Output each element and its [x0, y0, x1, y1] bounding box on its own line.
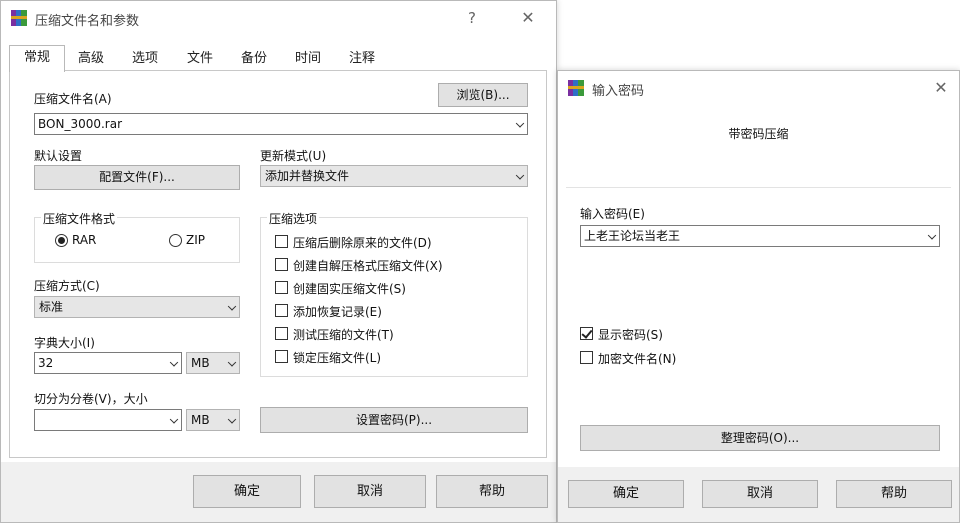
default-settings-label: 默认设置: [34, 149, 83, 163]
dict-label: 字典大小(I): [34, 336, 95, 350]
winrar-books-icon: [568, 80, 584, 96]
method-select[interactable]: 标准: [34, 296, 240, 318]
help-button[interactable]: 帮助: [436, 475, 548, 508]
dict-size-combo[interactable]: 32: [34, 352, 182, 374]
general-tab-panel: 压缩文件名(A) 浏览(B)... BON_3000.rar 默认设置 配置文件…: [9, 70, 547, 458]
tab-strip: 常规 高级 选项 文件 备份 时间 注释: [9, 45, 549, 72]
update-mode-select[interactable]: 添加并替换文件: [260, 165, 528, 187]
main-title: 压缩文件名和参数: [35, 14, 140, 29]
update-mode-value: 添加并替换文件: [265, 169, 350, 183]
opt-sfx-checkbox[interactable]: [275, 258, 288, 271]
organize-passwords-button[interactable]: 整理密码(O)...: [580, 425, 940, 451]
dict-unit-value: MB: [191, 356, 210, 370]
opt-test-label[interactable]: 测试压缩的文件(T): [293, 326, 394, 343]
split-unit-value: MB: [191, 413, 210, 427]
chevron-down-icon[interactable]: [515, 171, 525, 180]
pwd-separator: [566, 187, 951, 188]
chevron-down-icon[interactable]: [169, 415, 179, 424]
tab-options[interactable]: 选项: [117, 47, 173, 71]
dict-unit-select[interactable]: MB: [186, 352, 240, 374]
profiles-button[interactable]: 配置文件(F)...: [34, 165, 240, 190]
archive-name-combo[interactable]: BON_3000.rar: [34, 113, 528, 135]
tab-time[interactable]: 时间: [281, 47, 335, 71]
radio-zip[interactable]: [169, 234, 182, 247]
pwd-help-button[interactable]: 帮助: [836, 480, 952, 508]
pwd-heading: 带密码压缩: [728, 127, 789, 141]
archive-format-title: 压缩文件格式: [41, 210, 118, 227]
opt-recovery-label[interactable]: 添加恢复记录(E): [293, 303, 382, 320]
tab-advanced[interactable]: 高级: [65, 47, 117, 71]
opt-lock-checkbox[interactable]: [275, 350, 288, 363]
set-password-button[interactable]: 设置密码(P)...: [260, 407, 528, 433]
close-icon[interactable]: ✕: [517, 7, 539, 29]
show-password-checkbox[interactable]: [580, 327, 593, 340]
chevron-down-icon[interactable]: [515, 119, 525, 128]
enter-password-label: 输入密码(E): [580, 207, 645, 221]
show-password-label[interactable]: 显示密码(S): [598, 326, 663, 343]
ok-button[interactable]: 确定: [193, 475, 301, 508]
tab-comment[interactable]: 注释: [335, 47, 389, 71]
update-mode-label: 更新模式(U): [260, 149, 327, 163]
opt-lock-label[interactable]: 锁定压缩文件(L): [293, 349, 381, 366]
help-question-icon[interactable]: ?: [461, 7, 483, 29]
opt-recovery-checkbox[interactable]: [275, 304, 288, 317]
opt-test-checkbox[interactable]: [275, 327, 288, 340]
radio-rar-label[interactable]: RAR: [72, 233, 96, 247]
password-combo[interactable]: 上老王论坛当老王: [580, 225, 940, 247]
pwd-footer: 确定 取消 帮助: [558, 467, 959, 522]
archive-params-dialog: 压缩文件名和参数 ? ✕ 常规 高级 选项 文件 备份 时间 注释 压缩文件名(…: [0, 0, 557, 523]
close-icon[interactable]: ✕: [930, 77, 952, 99]
pwd-ok-button[interactable]: 确定: [568, 480, 684, 508]
enter-password-dialog: 输入密码 ✕ 带密码压缩 输入密码(E) 上老王论坛当老王 显示密码(S) 加密…: [557, 70, 960, 523]
tab-files[interactable]: 文件: [173, 47, 227, 71]
pwd-titlebar[interactable]: 输入密码 ✕: [558, 71, 959, 105]
opt-delete-after-checkbox[interactable]: [275, 235, 288, 248]
split-size-combo[interactable]: [34, 409, 182, 431]
chevron-down-icon[interactable]: [227, 415, 237, 424]
archive-format-group: 压缩文件格式 RAR ZIP: [34, 210, 240, 263]
dict-size-value: 32: [38, 356, 54, 370]
opt-solid-label[interactable]: 创建固实压缩文件(S): [293, 280, 406, 297]
opt-delete-after-label[interactable]: 压缩后删除原来的文件(D): [293, 234, 432, 251]
pwd-title: 输入密码: [592, 84, 645, 99]
method-label: 压缩方式(C): [34, 279, 100, 293]
main-footer: 确定 取消 帮助: [1, 462, 556, 522]
opt-solid-checkbox[interactable]: [275, 281, 288, 294]
chevron-down-icon[interactable]: [227, 302, 237, 311]
split-unit-select[interactable]: MB: [186, 409, 240, 431]
chevron-down-icon[interactable]: [169, 358, 179, 367]
compression-options-title: 压缩选项: [267, 210, 320, 227]
opt-sfx-label[interactable]: 创建自解压格式压缩文件(X): [293, 257, 443, 274]
winrar-books-icon: [11, 10, 27, 26]
chevron-down-icon[interactable]: [227, 358, 237, 367]
pwd-cancel-button[interactable]: 取消: [702, 480, 818, 508]
encrypt-filenames-label[interactable]: 加密文件名(N): [598, 350, 676, 367]
chevron-down-icon[interactable]: [927, 231, 937, 240]
cancel-button[interactable]: 取消: [314, 475, 426, 508]
main-titlebar[interactable]: 压缩文件名和参数 ? ✕: [1, 1, 556, 35]
radio-rar[interactable]: [55, 234, 68, 247]
tab-general[interactable]: 常规: [9, 45, 65, 72]
password-value: 上老王论坛当老王: [584, 229, 681, 243]
browse-button[interactable]: 浏览(B)...: [438, 83, 528, 107]
archive-name-value: BON_3000.rar: [38, 117, 123, 131]
split-label: 切分为分卷(V)，大小: [34, 392, 148, 406]
compression-options-group: 压缩选项 压缩后删除原来的文件(D) 创建自解压格式压缩文件(X) 创建固实压缩…: [260, 210, 528, 377]
encrypt-filenames-checkbox[interactable]: [580, 351, 593, 364]
radio-zip-label[interactable]: ZIP: [186, 233, 205, 247]
method-value: 标准: [39, 300, 64, 314]
tab-backup[interactable]: 备份: [227, 47, 281, 71]
archive-name-label: 压缩文件名(A): [34, 92, 112, 106]
